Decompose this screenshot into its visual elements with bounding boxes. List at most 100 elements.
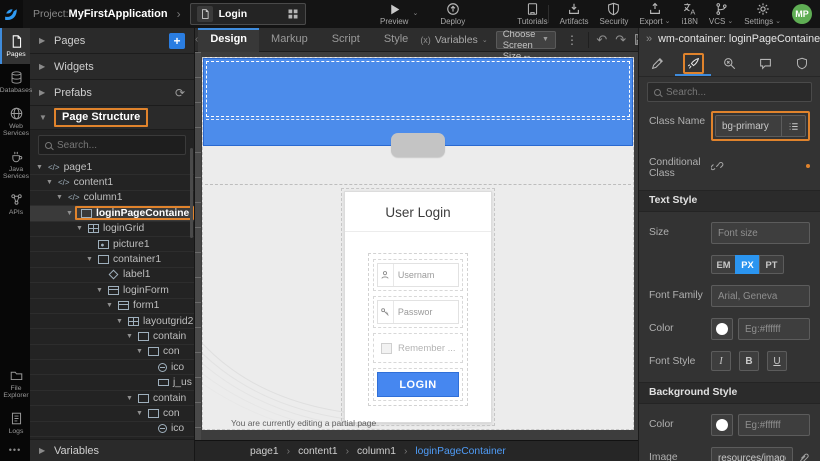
class-list-button[interactable]: [782, 115, 806, 137]
section-prefabs[interactable]: ▶ Prefabs ⟳: [30, 80, 194, 106]
login-form[interactable]: Remember ... LOGIN: [368, 253, 468, 406]
attach-image-icon[interactable]: [798, 452, 810, 461]
caret-down-icon[interactable]: ▼: [94, 287, 105, 294]
tree-item-form1[interactable]: ▼ form1: [30, 299, 194, 314]
breadcrumb-item[interactable]: column1: [357, 446, 415, 457]
explorer-scrollbar[interactable]: [190, 148, 193, 238]
caret-down-icon[interactable]: ▼: [124, 333, 135, 340]
security-button[interactable]: Security: [600, 2, 629, 26]
section-page-structure[interactable]: ▼ Page Structure: [30, 106, 194, 130]
bg-color-swatch[interactable]: [711, 414, 733, 436]
tab-design[interactable]: Design: [198, 28, 259, 52]
section-widgets[interactable]: ▶ Widgets: [30, 54, 194, 80]
unit-pt[interactable]: PT: [759, 255, 784, 274]
rail-item-databases[interactable]: Databases: [0, 64, 30, 100]
caret-down-icon[interactable]: ▼: [124, 395, 135, 402]
caret-down-icon[interactable]: ▼: [134, 348, 145, 355]
screen-size-select[interactable]: -- Choose Screen Size -- ▼: [496, 31, 556, 49]
bold-button[interactable]: B: [739, 351, 759, 371]
rail-item-java-services[interactable]: Java Services: [0, 143, 30, 186]
picture-placeholder[interactable]: [391, 133, 445, 157]
caret-down-icon[interactable]: ▼: [34, 164, 45, 171]
tab-script[interactable]: Script: [320, 28, 372, 52]
rail-item-file-explorer[interactable]: File Explorer: [0, 362, 30, 405]
page-tab-login[interactable]: Login: [190, 3, 306, 25]
caret-down-icon[interactable]: ▼: [134, 410, 145, 417]
structure-search[interactable]: [38, 135, 186, 155]
grid-view-icon[interactable]: [287, 8, 299, 20]
tree-item-label1[interactable]: ▼ label1: [30, 268, 194, 283]
tree-item-content1[interactable]: ▼ content1: [30, 175, 194, 190]
inspector-search[interactable]: [647, 82, 812, 102]
bg-image-input[interactable]: [711, 447, 793, 461]
tree-item-loginForm[interactable]: ▼ loginForm: [30, 283, 194, 298]
tab-style[interactable]: Style: [372, 28, 420, 52]
rail-item-pages[interactable]: Pages: [0, 28, 30, 64]
rail-more-button[interactable]: •••: [0, 441, 30, 461]
caret-down-icon[interactable]: ▼: [114, 318, 125, 325]
deploy-button[interactable]: Deploy: [440, 2, 465, 26]
artifacts-button[interactable]: Artifacts: [560, 2, 589, 26]
unit-em[interactable]: EM: [711, 255, 736, 274]
preview-button[interactable]: Preview ⌄: [380, 3, 418, 26]
variables-dropdown[interactable]: (x) Variables ⌄: [420, 34, 487, 46]
tab-events[interactable]: [711, 50, 747, 76]
breadcrumb-item[interactable]: content1: [298, 446, 357, 457]
add-page-button[interactable]: +: [169, 33, 185, 49]
rail-item-web-services[interactable]: Web Services: [0, 100, 30, 143]
i18n-button[interactable]: A i18N: [681, 2, 697, 26]
text-color-input[interactable]: [738, 318, 810, 340]
password-input[interactable]: [394, 307, 458, 317]
redo-button[interactable]: ↷: [615, 32, 626, 48]
vcs-button[interactable]: VCS⌄: [709, 2, 733, 26]
tree-item-column1[interactable]: ▼ column1: [30, 191, 194, 206]
login-card[interactable]: User Login: [344, 191, 492, 423]
tree-item-contain[interactable]: ▼ contain: [30, 329, 194, 344]
tree-item-con[interactable]: ▼ con: [30, 406, 194, 421]
wavemaker-logo-icon[interactable]: [0, 0, 23, 28]
remember-checkbox[interactable]: [381, 343, 392, 354]
tab-security[interactable]: [784, 50, 820, 76]
bg-color-input[interactable]: [738, 414, 810, 436]
tab-properties[interactable]: [639, 50, 675, 76]
section-variables[interactable]: ▶ Variables: [30, 439, 194, 461]
inspector-search-input[interactable]: [666, 87, 805, 98]
user-avatar[interactable]: MP: [792, 4, 812, 24]
tree-item-layoutgrid2[interactable]: ▼ layoutgrid2: [30, 314, 194, 329]
caret-down-icon[interactable]: ▼: [64, 210, 75, 217]
tree-item-loginPageContainer[interactable]: ▼ loginPageContainer: [30, 206, 194, 221]
class-name-input[interactable]: [715, 115, 782, 137]
structure-search-input[interactable]: [57, 140, 179, 151]
tree-item-page1[interactable]: ▼ page1: [30, 160, 194, 175]
tree-item-con[interactable]: ▼ con: [30, 345, 194, 360]
underline-button[interactable]: U: [767, 351, 787, 371]
font-family-input[interactable]: [711, 285, 810, 307]
tree-item-ico[interactable]: ▼ ico: [30, 422, 194, 437]
export-button[interactable]: Export⌄: [639, 2, 670, 26]
font-size-input[interactable]: [711, 222, 810, 244]
tree-item-loginGrid[interactable]: ▼ loginGrid: [30, 222, 194, 237]
collapse-panel-icon[interactable]: »: [646, 33, 652, 45]
username-input[interactable]: [394, 270, 458, 280]
caret-down-icon[interactable]: ▼: [104, 302, 115, 309]
more-options-icon[interactable]: ⋮: [564, 33, 580, 47]
italic-button[interactable]: I: [711, 351, 731, 371]
section-pages[interactable]: ▶ Pages +: [30, 28, 194, 54]
text-color-swatch[interactable]: [711, 318, 733, 340]
rail-item-apis[interactable]: APIs: [0, 186, 30, 222]
unit-px[interactable]: PX: [735, 255, 760, 274]
refresh-icon[interactable]: ⟳: [175, 86, 185, 100]
settings-button[interactable]: Settings⌄: [744, 2, 781, 26]
tree-item-picture1[interactable]: ▼ picture1: [30, 237, 194, 252]
tab-markup[interactable]: Markup: [259, 28, 320, 52]
breadcrumb-item[interactable]: loginPageContainer: [415, 446, 505, 457]
caret-down-icon[interactable]: ▼: [44, 179, 55, 186]
page-canvas[interactable]: User Login: [202, 57, 634, 430]
caret-down-icon[interactable]: ▼: [74, 225, 85, 232]
login-button[interactable]: LOGIN: [377, 372, 459, 397]
bind-link-icon[interactable]: [711, 159, 724, 172]
undo-button[interactable]: ↶: [596, 32, 607, 48]
tree-item-container1[interactable]: ▼ container1: [30, 252, 194, 267]
tutorials-button[interactable]: Tutorials: [517, 2, 547, 26]
tree-item-contain[interactable]: ▼ contain: [30, 391, 194, 406]
